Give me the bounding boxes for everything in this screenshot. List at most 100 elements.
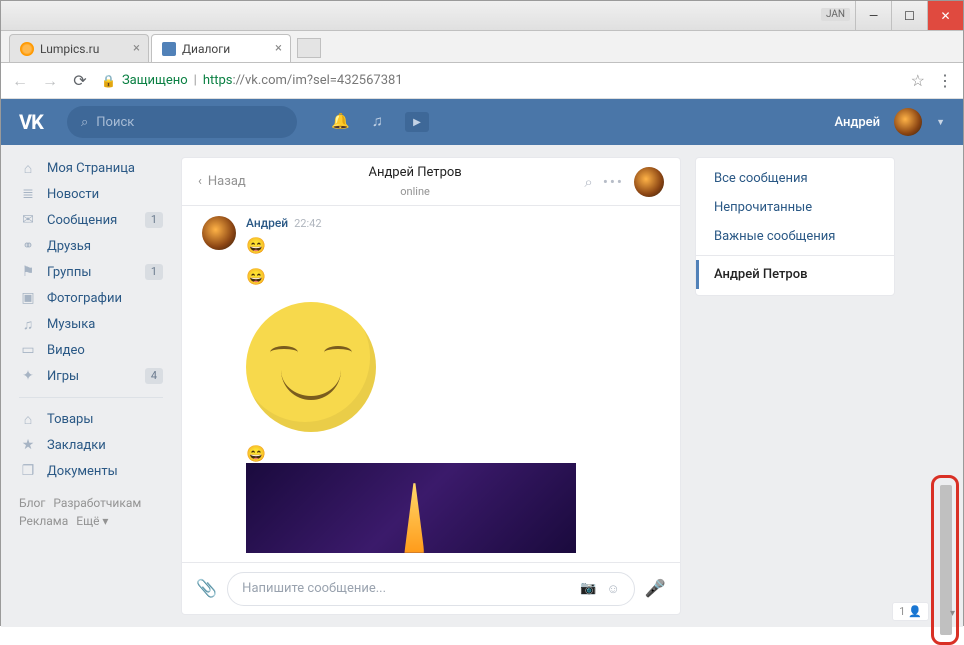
emoji-icon: 😄 [246,444,660,463]
nav-docs[interactable]: ❐Документы [19,458,181,484]
url-input[interactable]: 🔒 Защищено | https://vk.com/im?sel=43256… [101,73,899,88]
footer-blog[interactable]: Блог [19,496,45,510]
search-input[interactable]: ⌕ Поиск [67,106,297,138]
footer-more[interactable]: Ещё ▾ [76,514,108,528]
chat-header: ‹Назад Андрей Петров online ⌕ ••• [182,158,680,206]
search-icon: ⌕ [81,115,88,130]
star-icon: ★ [19,437,37,453]
footer-links: Блог Разработчикам Реклама Ещё ▾ [19,494,181,530]
window-maximize-button[interactable]: ☐ [891,1,927,30]
friends-icon: ⚭ [19,238,37,254]
badge: 4 [145,368,163,384]
footer-dev[interactable]: Разработчикам [53,496,141,510]
nav-music[interactable]: ♫Музыка [19,311,181,337]
message-row: Андрей 22:42 😄 😄 [202,216,660,286]
badge: 1 [145,264,163,280]
avatar[interactable] [894,108,922,136]
tab-label: Диалоги [182,42,230,56]
browser-menu-icon[interactable]: ⋮ [937,71,953,90]
nav-photos[interactable]: ▣Фотографии [19,285,181,311]
search-chat-icon[interactable]: ⌕ [584,173,592,191]
emoji-icon: 😄 [246,236,322,255]
chat-title[interactable]: Андрей Петров online [256,165,575,199]
filter-unread[interactable]: Непрочитанные [696,193,894,222]
filter-all[interactable]: Все сообщения [696,164,894,193]
message-time: 22:42 [294,217,321,230]
camera-icon[interactable]: 📷 [580,581,596,596]
tab-dialogs[interactable]: Диалоги × [151,34,291,62]
nav-messages[interactable]: ✉Сообщения1 [19,207,181,233]
nav-video[interactable]: ▭Видео [19,337,181,363]
person-icon: 👤 [908,605,922,618]
tab-close-icon[interactable]: × [275,41,282,56]
note-icon: ♫ [19,316,37,333]
market-icon: ⌂ [19,411,37,428]
highlight-annotation [931,475,959,645]
composer: 📎 Напишите сообщение... 📷 ☺ 🎤 [182,562,680,614]
window-close-button[interactable]: ✕ [927,1,963,30]
filter-important[interactable]: Важные сообщения [696,222,894,251]
nav-my-page[interactable]: ⌂Моя Страница [19,155,181,181]
tab-label: Lumpics.ru [40,42,99,56]
vk-header: VK ⌕ Поиск 🔔 ♫ ▶ Андрей ▼ [1,99,963,145]
secure-label: Защищено [122,73,188,88]
jan-badge: JAN [821,8,850,21]
groups-icon: ⚑ [19,264,37,280]
nav-market[interactable]: ⌂Товары [19,406,181,432]
address-bar: ← → ⟳ 🔒 Защищено | https://vk.com/im?sel… [1,63,963,99]
nav-bookmarks[interactable]: ★Закладки [19,432,181,458]
nav-groups[interactable]: ⚑Группы1 [19,259,181,285]
message-icon: ✉ [19,212,37,228]
tab-close-icon[interactable]: × [133,41,140,56]
doc-icon: ❐ [19,463,37,479]
avatar[interactable] [634,167,664,197]
nav-forward-button[interactable]: → [41,72,59,90]
sticker-image[interactable] [246,302,376,432]
nav-reload-button[interactable]: ⟳ [71,72,89,90]
message-sender[interactable]: Андрей [246,216,288,230]
favicon-icon [20,42,34,56]
browser-tabstrip: Lumpics.ru × Диалоги × [1,31,963,63]
badge: 1 [145,212,163,228]
nav-friends[interactable]: ⚭Друзья [19,233,181,259]
chevron-down-icon[interactable]: ▾ [950,608,955,619]
chevron-left-icon: ‹ [198,174,202,189]
emoji-icon: 😄 [246,267,322,286]
window-minimize-button[interactable]: — [855,1,891,30]
favicon-icon [162,42,176,56]
attach-icon[interactable]: 📎 [196,579,217,599]
nav-news[interactable]: ≣Новости [19,181,181,207]
vk-logo-icon[interactable]: VK [19,110,53,134]
play-icon[interactable]: ▶ [405,112,429,132]
avatar[interactable] [202,216,236,250]
photo-icon: ▣ [19,290,37,306]
online-count-badge[interactable]: 1👤 [892,602,929,621]
gif-attachment[interactable] [246,463,576,553]
feed-icon: ≣ [19,186,37,202]
back-button[interactable]: ‹Назад [198,174,246,189]
search-placeholder: Поиск [96,115,134,130]
notifications-icon[interactable]: 🔔 [331,112,350,132]
music-icon[interactable]: ♫ [372,112,383,132]
header-username[interactable]: Андрей [834,115,880,130]
bookmark-star-icon[interactable]: ☆ [911,71,925,90]
chevron-down-icon[interactable]: ▼ [936,117,945,128]
chat-panel: ‹Назад Андрей Петров online ⌕ ••• Андрей… [181,157,681,615]
game-icon: ✦ [19,368,37,384]
message-input[interactable]: Напишите сообщение... 📷 ☺ [227,572,635,606]
right-panel: Все сообщения Непрочитанные Важные сообщ… [695,157,895,615]
new-tab-button[interactable] [297,38,321,58]
left-nav: ⌂Моя Страница ≣Новости ✉Сообщения1 ⚭Друз… [1,145,181,627]
more-icon[interactable]: ••• [603,173,624,191]
messages-area[interactable]: Андрей 22:42 😄 😄 😄 [182,206,680,562]
smile-icon[interactable]: ☺ [607,581,620,597]
nav-games[interactable]: ✦Игры4 [19,363,181,389]
filter-active-peer[interactable]: Андрей Петров [696,260,894,289]
window-titlebar: JAN — ☐ ✕ [1,1,963,31]
lock-icon: 🔒 [101,74,116,88]
tab-lumpics[interactable]: Lumpics.ru × [9,34,149,62]
footer-ads[interactable]: Реклама [19,514,68,528]
voice-icon[interactable]: 🎤 [645,579,666,599]
nav-back-button[interactable]: ← [11,72,29,90]
video-icon: ▭ [19,342,37,358]
